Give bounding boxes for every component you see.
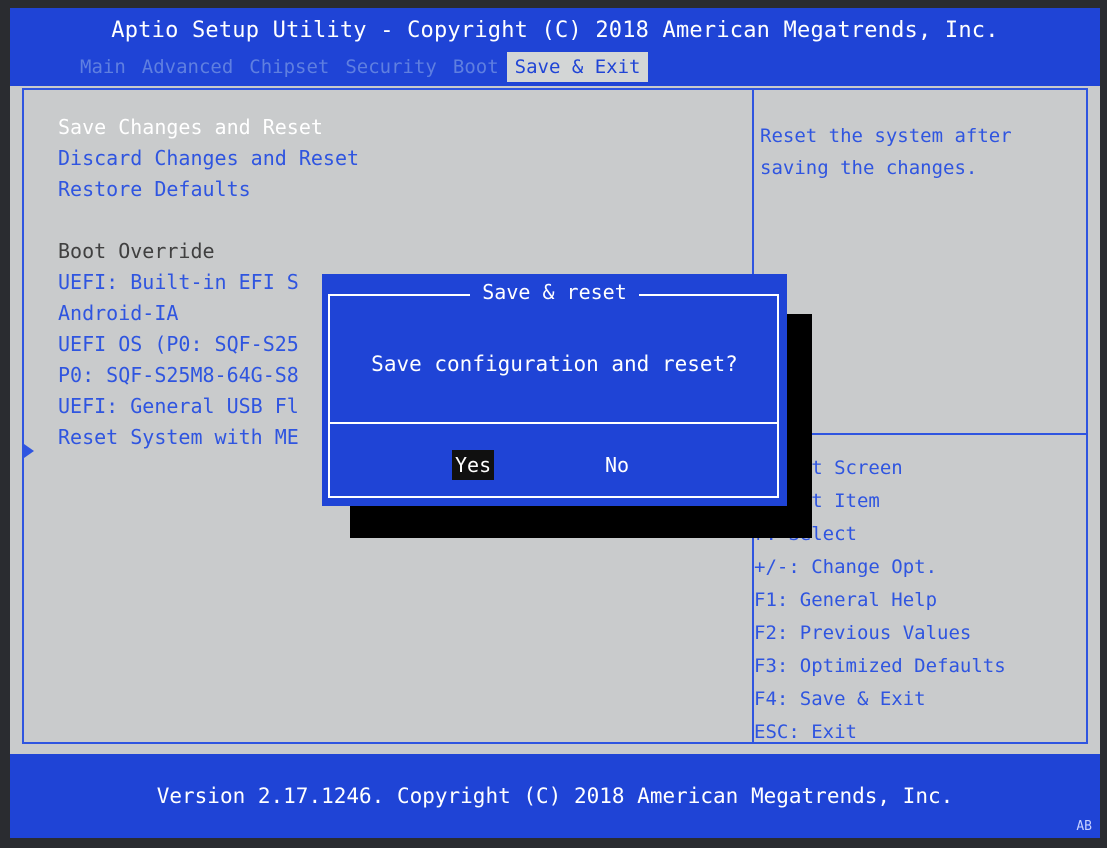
menu-item-save-changes-and-reset[interactable]: Save Changes and Reset bbox=[58, 112, 359, 143]
footer-bar: Version 2.17.1246. Copyright (C) 2018 Am… bbox=[10, 754, 1100, 838]
key-save-exit: F4: Save & Exit bbox=[754, 688, 926, 710]
submenu-arrow-icon bbox=[24, 444, 34, 458]
yes-button[interactable]: Yes bbox=[452, 450, 495, 480]
version-text: Version 2.17.1246. Copyright (C) 2018 Am… bbox=[156, 784, 954, 808]
menu-item-restore-defaults[interactable]: Restore Defaults bbox=[58, 174, 359, 205]
menu-spacer bbox=[58, 205, 359, 236]
dialog-frame bbox=[328, 294, 779, 498]
key-change-opt: +/-: Change Opt. bbox=[754, 556, 938, 578]
tab-bar: Main Advanced Chipset Security Boot Save… bbox=[72, 52, 649, 82]
menu-item-reset-system-with-me[interactable]: Reset System with ME bbox=[58, 422, 359, 453]
dialog-title-row: Save & reset bbox=[322, 280, 787, 304]
tab-advanced[interactable]: Advanced bbox=[134, 52, 242, 82]
tab-boot[interactable]: Boot bbox=[445, 52, 507, 82]
key-previous-values: F2: Previous Values bbox=[754, 622, 972, 644]
save-reset-dialog: Save & reset Save configuration and rese… bbox=[322, 274, 787, 506]
menu-item-uefi-general-usb[interactable]: UEFI: General USB Fl bbox=[58, 391, 359, 422]
tab-main[interactable]: Main bbox=[72, 52, 134, 82]
dialog-message: Save configuration and reset? bbox=[371, 352, 738, 376]
dialog-separator bbox=[328, 422, 779, 424]
title-bar: Aptio Setup Utility - Copyright (C) 2018… bbox=[10, 8, 1100, 86]
key-general-help: F1: General Help bbox=[754, 589, 938, 611]
help-description: Reset the system after saving the change… bbox=[760, 125, 1012, 179]
key-esc-exit: ESC: Exit bbox=[754, 721, 857, 743]
key-optimized-defaults: F3: Optimized Defaults bbox=[754, 655, 1006, 677]
menu-item-uefi-builtin-efi[interactable]: UEFI: Built-in EFI S bbox=[58, 267, 359, 298]
menu-item-discard-changes-and-reset[interactable]: Discard Changes and Reset bbox=[58, 143, 359, 174]
menu-item-uefi-os[interactable]: UEFI OS (P0: SQF-S25 bbox=[58, 329, 359, 360]
app-title: Aptio Setup Utility - Copyright (C) 2018… bbox=[111, 18, 999, 43]
tab-chipset[interactable]: Chipset bbox=[241, 52, 337, 82]
tab-save-exit[interactable]: Save & Exit bbox=[506, 52, 649, 82]
bios-screen: Aptio Setup Utility - Copyright (C) 2018… bbox=[10, 8, 1100, 838]
dialog-title: Save & reset bbox=[470, 280, 639, 304]
tab-security[interactable]: Security bbox=[337, 52, 445, 82]
no-button[interactable]: No bbox=[602, 450, 632, 480]
menu-item-android-ia[interactable]: Android-IA bbox=[58, 298, 359, 329]
corner-badge: AB bbox=[1076, 819, 1092, 834]
boot-override-heading: Boot Override bbox=[58, 239, 215, 263]
menu-list: Save Changes and Reset Discard Changes a… bbox=[58, 112, 359, 453]
menu-item-p0-sqf[interactable]: P0: SQF-S25M8-64G-S8 bbox=[58, 360, 359, 391]
